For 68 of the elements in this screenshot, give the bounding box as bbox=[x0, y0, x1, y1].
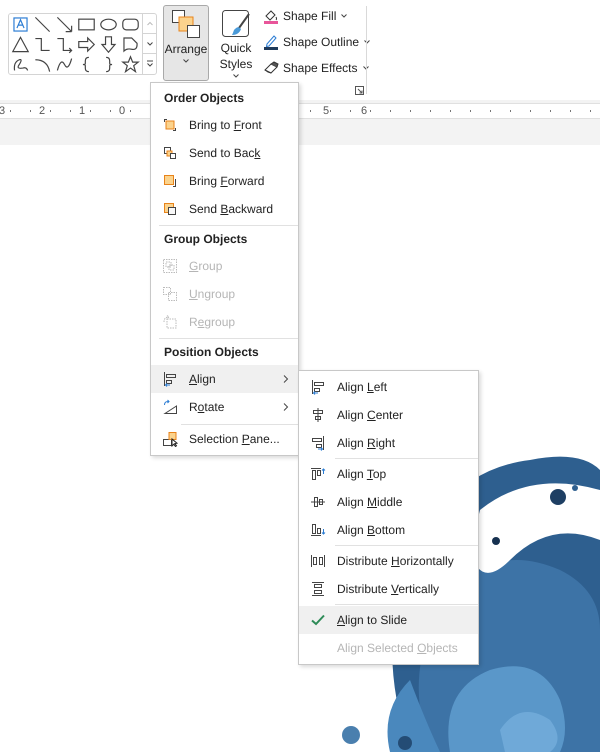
pen-icon bbox=[263, 34, 279, 50]
format-button[interactable]: Shape Fill bbox=[263, 6, 372, 26]
menu-item[interactable]: Selection Pane... bbox=[151, 425, 298, 453]
chevron-up-icon bbox=[146, 20, 154, 28]
wave-shape-icon[interactable] bbox=[121, 35, 140, 54]
menu-item[interactable]: Align bbox=[151, 365, 298, 393]
bring-forward-icon bbox=[162, 173, 178, 189]
menu-section-header: Order Objects bbox=[164, 90, 244, 107]
elbow-connector-icon[interactable] bbox=[33, 35, 52, 54]
more-icon bbox=[146, 60, 154, 68]
align-bottom-icon bbox=[310, 522, 326, 538]
down-arrow-icon[interactable] bbox=[99, 35, 118, 54]
quick-styles-button[interactable]: Quick Styles bbox=[213, 5, 259, 81]
dialog-launcher-icon[interactable] bbox=[355, 86, 364, 95]
menu-item[interactable]: Bring Forward bbox=[151, 167, 298, 195]
format-button[interactable]: Shape Effects bbox=[263, 58, 372, 78]
arrange-icon bbox=[171, 9, 201, 39]
menu-item[interactable]: Align Top bbox=[299, 460, 478, 488]
paintbrush-icon bbox=[220, 8, 252, 40]
menu-item[interactable]: Align Middle bbox=[299, 488, 478, 516]
menu-item[interactable]: Rotate bbox=[151, 393, 298, 421]
triangle-icon[interactable] bbox=[11, 35, 30, 54]
distribute-vertically-icon bbox=[310, 581, 326, 597]
paint-bucket-icon bbox=[263, 8, 279, 24]
text-box-icon[interactable] bbox=[11, 15, 30, 34]
menu-item[interactable]: Align to Slide bbox=[299, 606, 478, 634]
chevron-icon bbox=[362, 64, 370, 72]
right-arrow-icon[interactable] bbox=[77, 35, 96, 54]
menu-item[interactable]: Align Left bbox=[299, 373, 478, 401]
menu-item[interactable]: Distribute Horizontally bbox=[299, 547, 478, 575]
align-top-icon bbox=[310, 466, 326, 482]
chevron-icon bbox=[340, 12, 348, 20]
arrange-button[interactable]: Arrange bbox=[163, 5, 209, 81]
menu-item[interactable]: Align Bottom bbox=[299, 516, 478, 544]
align-middle-icon bbox=[310, 494, 326, 510]
star-icon[interactable] bbox=[121, 55, 140, 74]
chevron-down-icon bbox=[146, 40, 154, 48]
rotate-icon bbox=[162, 399, 178, 415]
send-backward-icon bbox=[162, 201, 178, 217]
ungroup-icon bbox=[162, 286, 178, 302]
chevron-icon bbox=[232, 72, 240, 80]
menu-item[interactable]: Bring to Front bbox=[151, 111, 298, 139]
menu-item[interactable]: Send to Back bbox=[151, 139, 298, 167]
align-left-icon bbox=[310, 379, 326, 395]
bring-to-front-icon bbox=[162, 117, 178, 133]
menu-section-header: Group Objects bbox=[163, 231, 248, 248]
eraser-icon bbox=[263, 60, 279, 76]
elbow-arrow-icon[interactable] bbox=[55, 35, 74, 54]
menu-item[interactable]: Send Backward bbox=[151, 195, 298, 223]
menu-item[interactable]: Align Center bbox=[299, 401, 478, 429]
menu-item[interactable]: Distribute Vertically bbox=[299, 575, 478, 603]
chevron-icon bbox=[182, 57, 190, 65]
send-to-back-icon bbox=[162, 145, 178, 161]
group-icon bbox=[162, 258, 178, 274]
selection-pane-icon bbox=[162, 431, 178, 447]
align-left-icon bbox=[162, 371, 178, 387]
chevron-right-icon bbox=[282, 374, 290, 384]
chevron-right-icon bbox=[282, 402, 290, 412]
format-button[interactable]: Shape Outline bbox=[263, 32, 372, 52]
align-right-icon bbox=[310, 435, 326, 451]
menu-item[interactable]: Align Right bbox=[299, 429, 478, 457]
chevron-icon bbox=[363, 38, 372, 46]
align-center-icon bbox=[310, 407, 326, 423]
regroup-icon bbox=[162, 314, 178, 330]
arrow-icon[interactable] bbox=[55, 15, 74, 34]
line-icon[interactable] bbox=[33, 15, 52, 34]
menu-section-header: Position Objects bbox=[163, 344, 259, 361]
distribute-horizontally-icon bbox=[310, 553, 326, 569]
